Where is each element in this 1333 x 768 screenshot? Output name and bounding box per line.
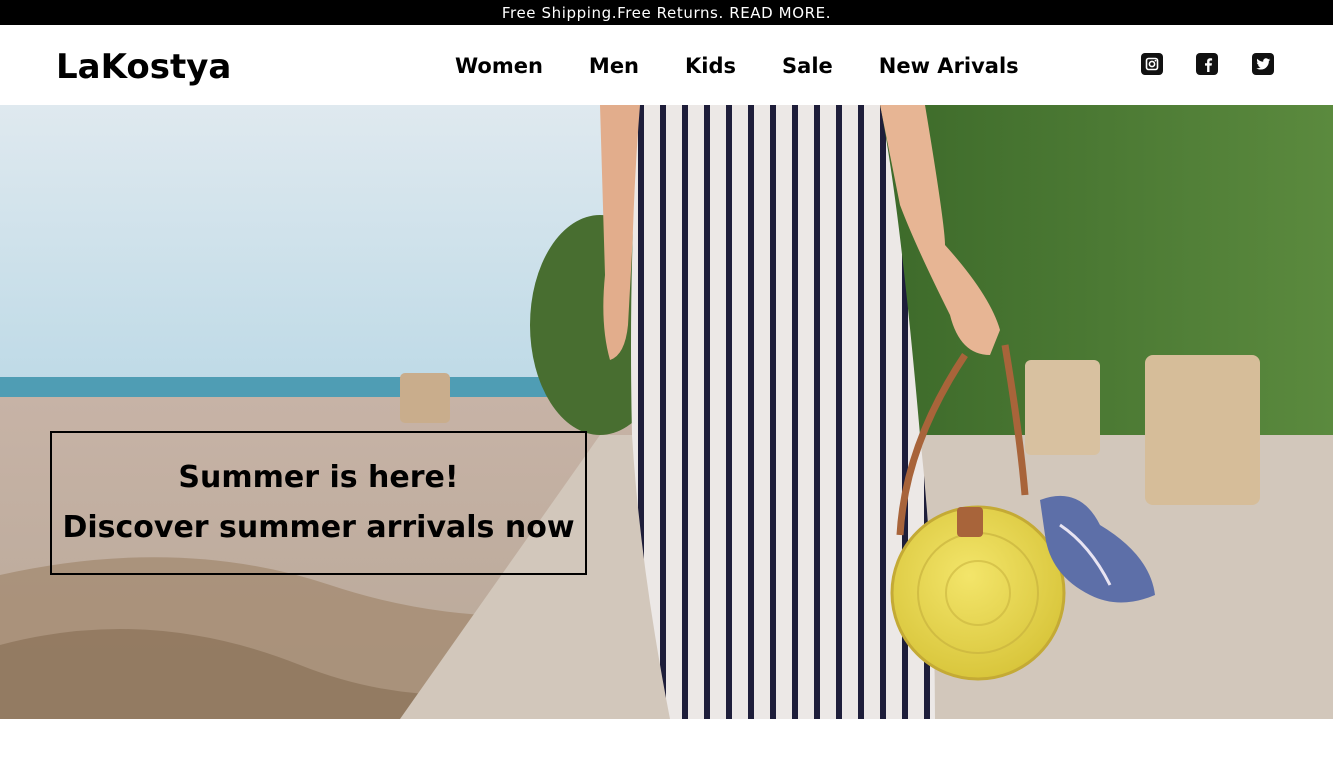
- promo-box[interactable]: Summer is here! Discover summer arrivals…: [50, 431, 587, 575]
- twitter-icon[interactable]: [1252, 53, 1274, 75]
- announcement-text[interactable]: Free Shipping.Free Returns. READ MORE.: [502, 4, 831, 22]
- main-nav: Women Men Kids Sale New Arivals: [455, 52, 1019, 80]
- announcement-bar: Free Shipping.Free Returns. READ MORE.: [0, 0, 1333, 25]
- nav-item-women[interactable]: Women: [455, 52, 543, 80]
- nav-item-kids[interactable]: Kids: [685, 52, 736, 80]
- page-content-area: [0, 719, 1333, 768]
- promo-subline: Discover summer arrivals now: [62, 510, 575, 545]
- hero-banner: Summer is here! Discover summer arrivals…: [0, 105, 1333, 719]
- logo[interactable]: LaKostya: [56, 45, 231, 89]
- promo-headline: Summer is here!: [178, 460, 459, 495]
- site-header: LaKostya Women Men Kids Sale New Arivals: [0, 25, 1333, 105]
- nav-item-men[interactable]: Men: [589, 52, 639, 80]
- instagram-icon[interactable]: [1141, 53, 1163, 75]
- facebook-icon[interactable]: [1196, 53, 1218, 75]
- nav-item-new-arrivals[interactable]: New Arivals: [879, 52, 1019, 80]
- hero-image: [0, 105, 1333, 719]
- nav-item-sale[interactable]: Sale: [782, 52, 833, 80]
